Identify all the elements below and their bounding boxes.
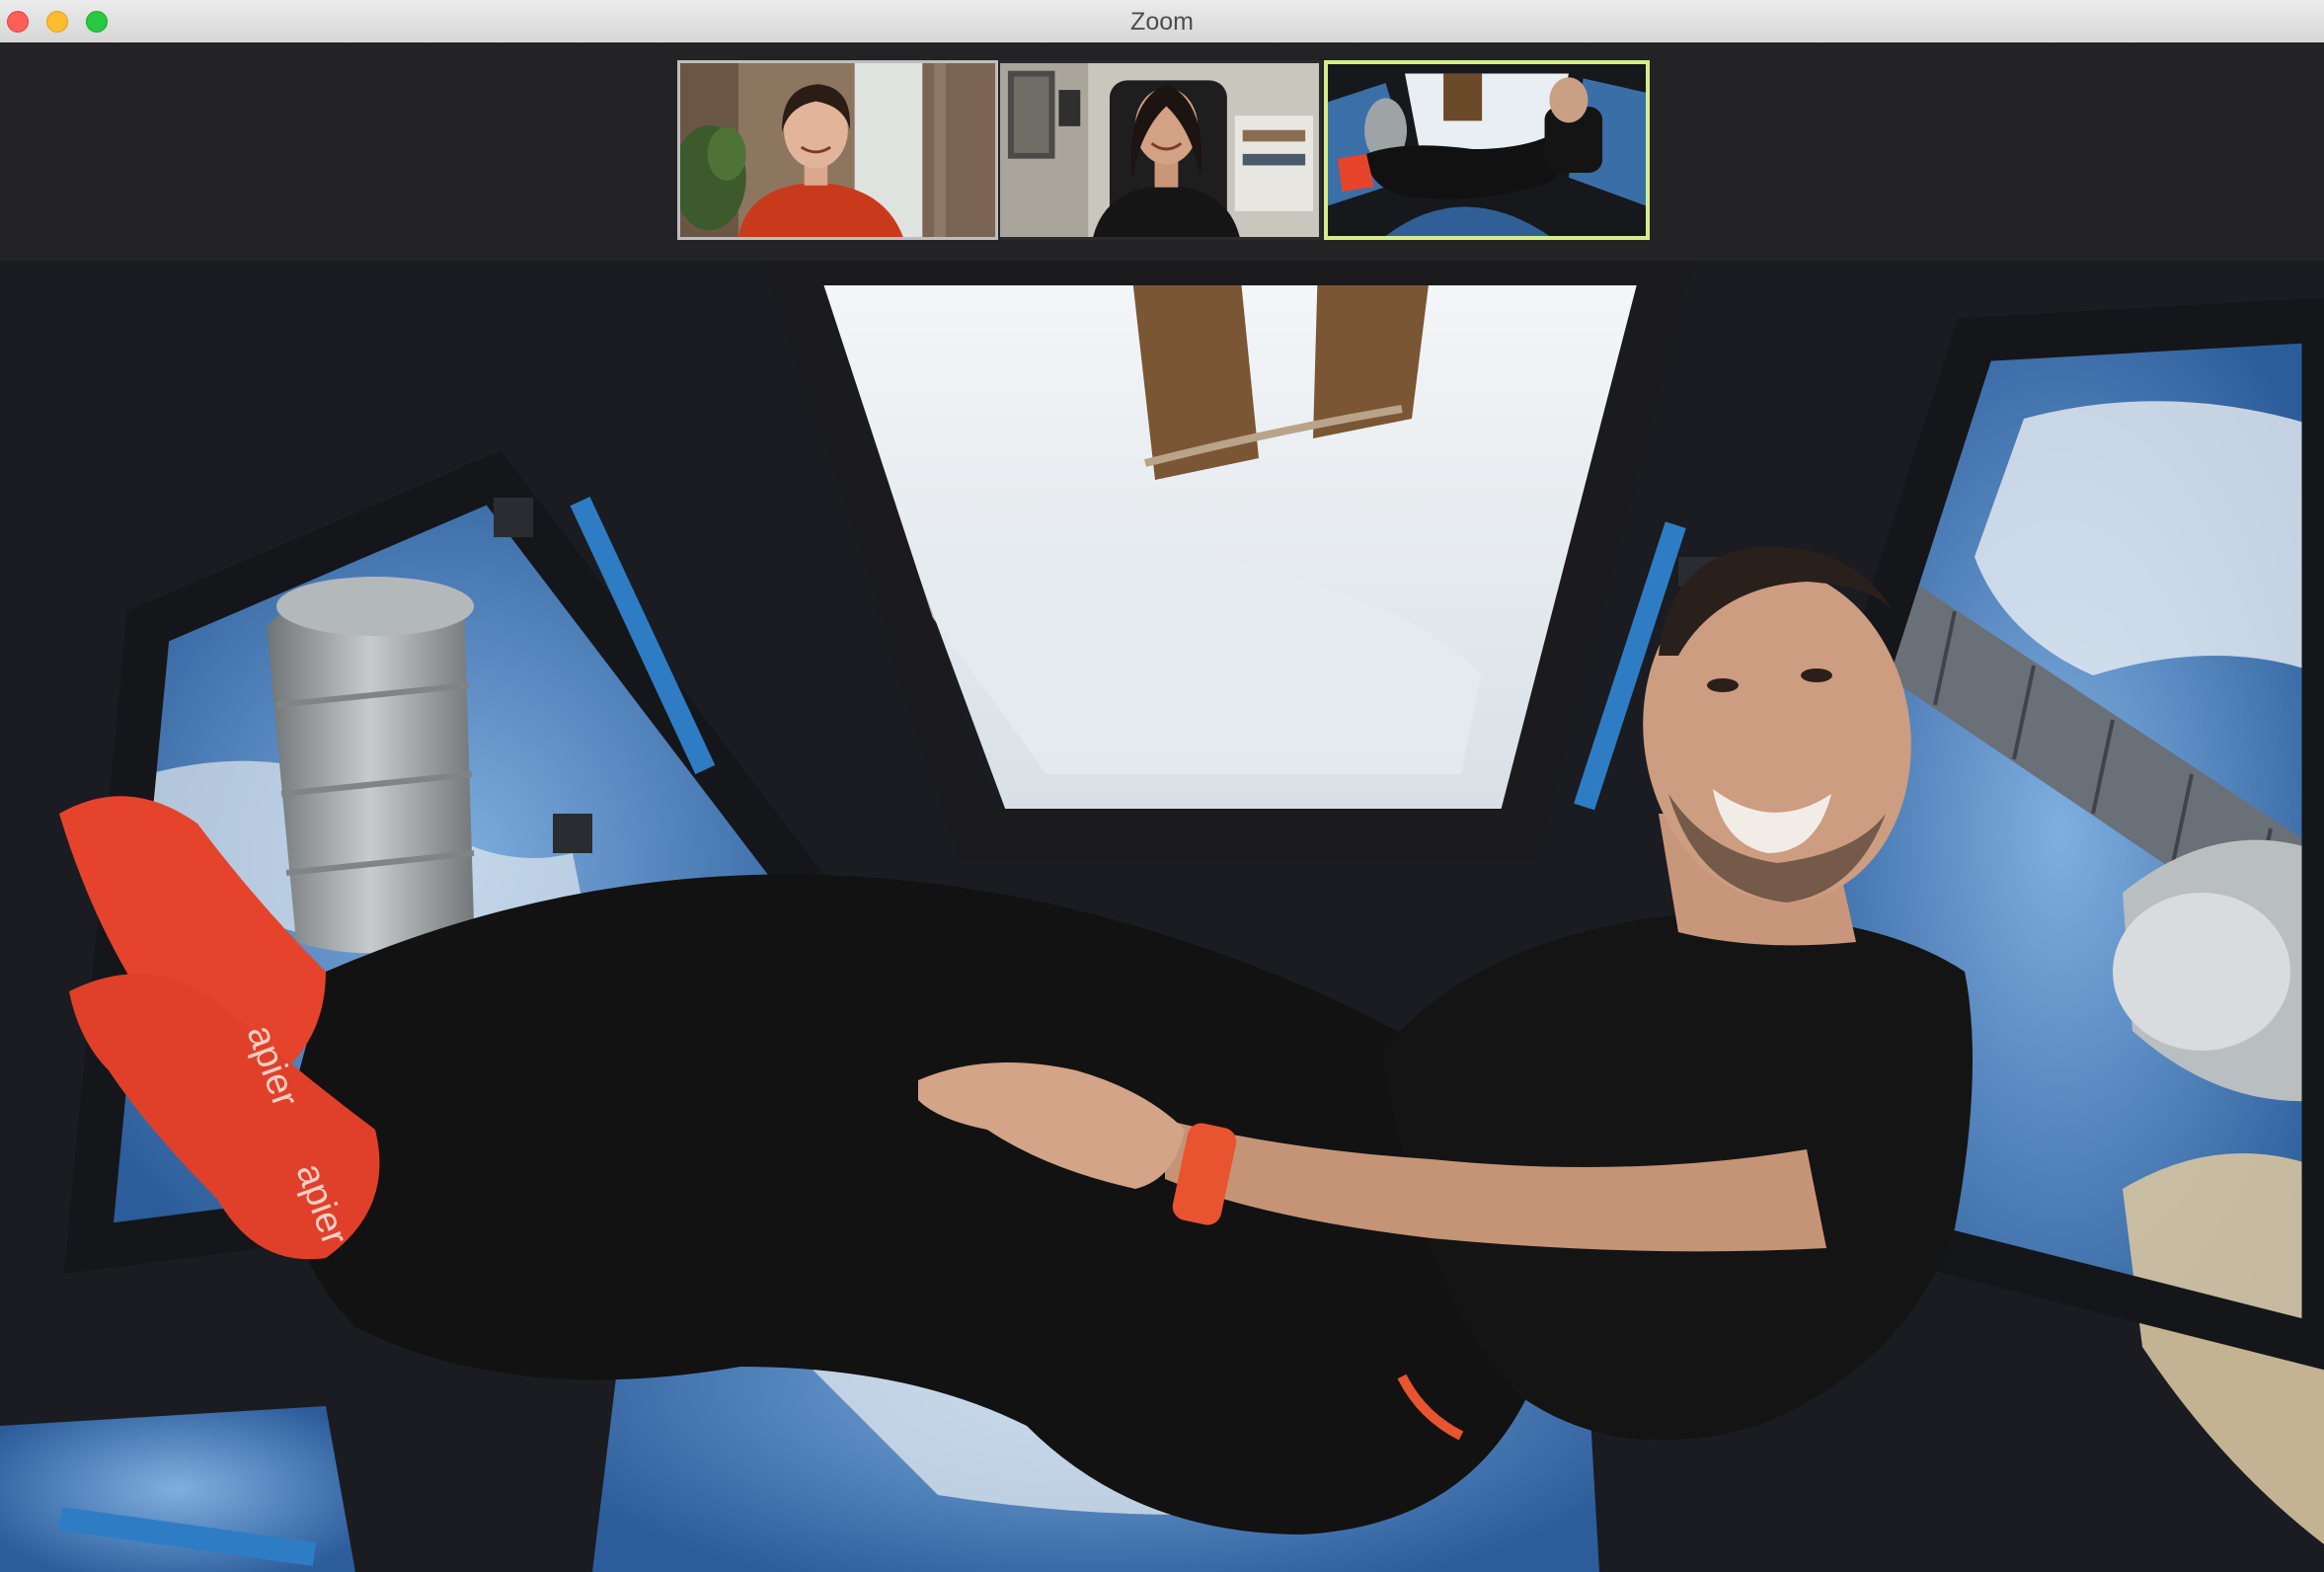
active-speaker-video-image: apier apier	[0, 261, 2324, 1572]
title-bar: Zoom	[0, 0, 2324, 43]
participant-thumbnail-strip	[0, 42, 2324, 261]
participant-video-2-image	[1000, 63, 1319, 237]
active-speaker-video[interactable]: apier apier	[0, 261, 2324, 1572]
window-title: Zoom	[1130, 8, 1194, 36]
participant-video-1-image	[680, 63, 995, 237]
participant-video-3-image	[1328, 64, 1646, 236]
zoom-window: Zoom apier apier	[0, 0, 2324, 1572]
participant-video-2[interactable]	[1000, 60, 1322, 240]
participant-video-1[interactable]	[677, 60, 998, 240]
participant-video-3[interactable]	[1324, 60, 1650, 240]
